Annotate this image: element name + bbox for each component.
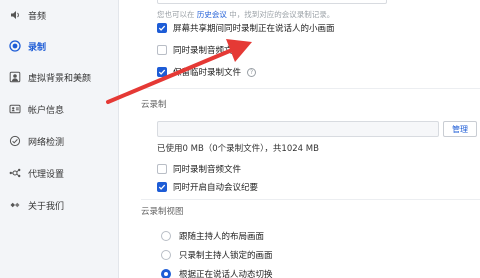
history-hint: 您也可以在 历史会议 中，找到对应的会议录制记录。 xyxy=(157,9,334,20)
cloud-view-title: 云录制视图 xyxy=(141,207,184,217)
sidebar-item-proxy[interactable]: 代理设置 xyxy=(0,160,118,186)
help-icon[interactable]: ? xyxy=(247,67,257,77)
sidebar-item-label: 音频 xyxy=(28,11,47,22)
cloud-usage-text: 已使用0 MB（0个录制文件），共1024 MB xyxy=(157,144,319,154)
network-icon xyxy=(8,134,22,148)
account-icon xyxy=(8,102,22,116)
sidebar-item-label: 代理设置 xyxy=(28,169,65,180)
option-label: 保留临时录制文件 xyxy=(173,68,242,78)
manage-button[interactable]: 管理 xyxy=(443,121,477,137)
option-label: 跟随主持人的布局画面 xyxy=(179,232,265,242)
sidebar-item-about[interactable]: 关于我们 xyxy=(0,192,118,218)
radio-unselected[interactable] xyxy=(161,250,171,260)
recording-settings-panel: 您也可以在 历史会议 中，找到对应的会议录制记录。 屏幕共享期间同时录制正在说话… xyxy=(119,0,480,278)
settings-window: 音频 录制 虚拟背景和美颜 帐户信息 网络检测 代理设置 关于我们 您也可以在 … xyxy=(0,0,480,278)
option-auto-minutes[interactable]: 同时开启自动会议纪要 xyxy=(157,181,258,193)
checkbox-unchecked[interactable] xyxy=(157,45,167,55)
sidebar-item-audio[interactable]: 音频 xyxy=(0,2,118,28)
sidebar-item-label: 关于我们 xyxy=(28,201,65,212)
checkbox-checked[interactable] xyxy=(157,23,167,33)
cloud-recording-title: 云录制 xyxy=(141,100,167,110)
radio-host-locked-view[interactable]: 只录制主持人锁定的画面 xyxy=(161,249,273,261)
checkbox-unchecked[interactable] xyxy=(157,164,167,174)
sidebar-item-label: 网络检测 xyxy=(28,137,65,148)
section-divider xyxy=(141,88,480,89)
hint-text: 您也可以在 xyxy=(157,10,195,19)
checkmark-icon xyxy=(158,25,166,31)
sidebar-item-label: 录制 xyxy=(28,42,47,53)
sidebar-item-label: 虚拟背景和美颜 xyxy=(28,73,92,84)
record-icon xyxy=(8,39,22,53)
local-path-field[interactable] xyxy=(157,0,387,4)
sidebar-item-label: 帐户信息 xyxy=(28,105,65,116)
radio-active-speaker[interactable]: 根据正在说话人动态切换 xyxy=(161,268,273,278)
section-divider xyxy=(141,199,480,200)
checkmark-icon xyxy=(158,69,166,75)
option-label: 同时录制音频文件 xyxy=(173,46,242,56)
option-record-audio-file[interactable]: 同时录制音频文件 xyxy=(157,44,241,56)
option-keep-temp-files[interactable]: 保留临时录制文件 ? xyxy=(157,66,257,78)
sidebar-item-virtual-background[interactable]: 虚拟背景和美颜 xyxy=(0,64,118,90)
radio-unselected[interactable] xyxy=(161,231,171,241)
radio-follow-host-layout[interactable]: 跟随主持人的布局画面 xyxy=(161,230,264,242)
cloud-storage-bar xyxy=(157,121,439,137)
proxy-icon xyxy=(8,166,22,180)
hint-text: 中，找到对应的会议录制记录。 xyxy=(229,10,335,19)
checkmark-icon xyxy=(158,184,166,190)
sidebar-item-recording[interactable]: 录制 xyxy=(0,33,118,59)
settings-sidebar: 音频 录制 虚拟背景和美颜 帐户信息 网络检测 代理设置 关于我们 xyxy=(0,0,119,278)
checkbox-checked[interactable] xyxy=(157,67,167,77)
speaker-icon xyxy=(8,8,22,22)
option-label: 屏幕共享期间同时录制正在说话人的小画面 xyxy=(173,24,335,34)
history-meetings-link[interactable]: 历史会议 xyxy=(197,10,227,19)
sidebar-item-network-test[interactable]: 网络检测 xyxy=(0,128,118,154)
checkbox-checked[interactable] xyxy=(157,182,167,192)
radio-selected[interactable] xyxy=(161,269,171,278)
option-label: 同时录制音频文件 xyxy=(173,165,242,175)
option-label: 只录制主持人锁定的画面 xyxy=(179,251,273,261)
option-cloud-record-audio[interactable]: 同时录制音频文件 xyxy=(157,163,241,175)
option-label: 根据正在说话人动态切换 xyxy=(179,270,273,278)
portrait-icon xyxy=(8,70,22,84)
sidebar-item-account[interactable]: 帐户信息 xyxy=(0,96,118,122)
info-icon xyxy=(8,198,22,212)
option-label: 同时开启自动会议纪要 xyxy=(173,183,259,193)
option-record-speaker-during-share[interactable]: 屏幕共享期间同时录制正在说话人的小画面 xyxy=(157,22,335,34)
